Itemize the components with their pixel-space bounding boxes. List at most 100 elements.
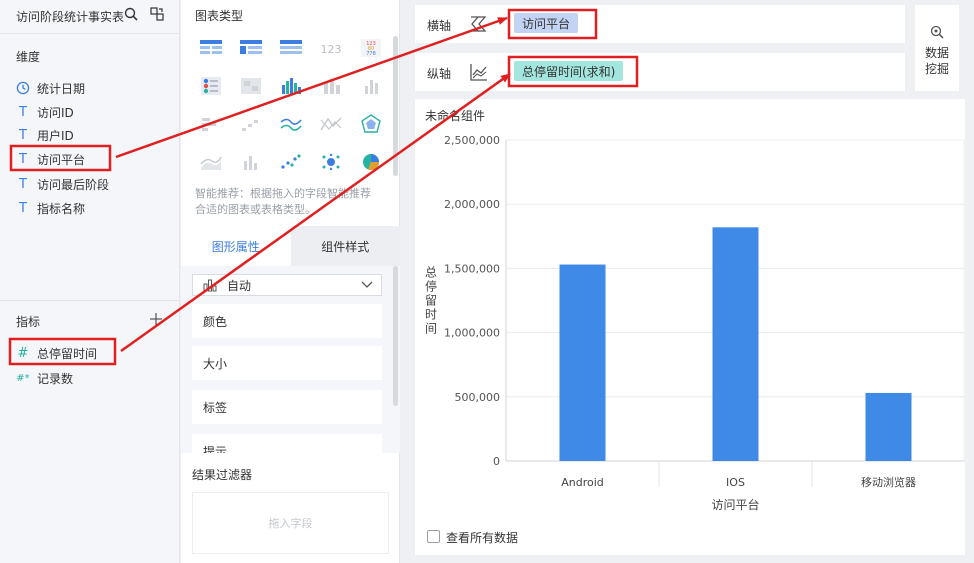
smart-recommend-tip: 智能推荐：根据拖入的字段智能推荐合适的图表或表格类型。	[195, 187, 371, 216]
y-axis-title: 总停留时间	[425, 266, 437, 336]
data-mining-label-line2: 挖掘	[924, 62, 949, 76]
line-chart-icon[interactable]	[275, 112, 307, 136]
show-all-data-label: 查看所有数据	[446, 531, 519, 545]
tab-graph-properties[interactable]: 图形属性	[181, 226, 291, 266]
data-mining-button[interactable]: 数据 挖掘	[915, 5, 959, 91]
x-axis-title: 访问平台	[711, 497, 759, 512]
bar-chart-icon[interactable]	[195, 112, 227, 136]
y-axis-field-pill[interactable]: 总停留时间(求和)	[514, 61, 624, 81]
radar-line-icon[interactable]	[315, 112, 347, 136]
x-tick-label: IOS	[726, 476, 745, 489]
text-type-icon: T	[19, 151, 27, 167]
property-tabs: 图形属性 组件样式	[181, 226, 400, 266]
result-filter-dropzone[interactable]: 拖入字段	[192, 492, 389, 554]
chart-type-title: 图表类型	[195, 9, 244, 23]
pie-chart-icon[interactable]	[355, 150, 387, 174]
color-property-label: 颜色	[203, 314, 228, 329]
area-chart-icon[interactable]	[195, 150, 227, 174]
field-label: 访问平台	[37, 152, 86, 167]
size-property[interactable]: 大小	[192, 346, 382, 380]
dimension-field-last-stage[interactable]: T 访问最后阶段	[16, 174, 109, 194]
cross-table-icon[interactable]	[235, 36, 267, 60]
x-tick-label: Android	[561, 476, 604, 489]
bubble-chart-icon[interactable]	[315, 150, 347, 174]
tooltip-property-label: 提示	[203, 444, 228, 454]
measure-field-total-stay[interactable]: # 总停留时间	[16, 343, 97, 363]
data-mining-label-line1: 数据	[924, 46, 949, 60]
data-mining-label: 数据 挖掘	[915, 45, 959, 77]
dimension-field-stat-date[interactable]: 统计日期	[16, 78, 85, 98]
multi-column-icon[interactable]	[235, 150, 267, 174]
label-property[interactable]: 标签	[192, 390, 382, 424]
dimension-field-metric-name[interactable]: T 指标名称	[16, 198, 85, 218]
heatmap-icon[interactable]	[235, 74, 267, 98]
dataset-panel: 访问阶段统计事实表 维度 统计日期 T 访问ID T 用户ID T 访问平台 T…	[0, 0, 180, 563]
text-type-icon: T	[19, 104, 27, 120]
kpi-number-icon[interactable]: 123	[315, 36, 347, 60]
result-filter-title: 结果过滤器	[192, 468, 253, 482]
grouped-bar-icon[interactable]	[275, 74, 307, 98]
bar-type-icon	[203, 279, 217, 292]
bar	[559, 264, 606, 461]
measure-field-record-count[interactable]: #* 记录数	[16, 368, 73, 388]
svg-text:123: 123	[321, 43, 342, 56]
text-type-icon: T	[19, 176, 27, 192]
size-property-label: 大小	[203, 356, 228, 371]
field-label: 统计日期	[37, 81, 86, 96]
field-label: 记录数	[37, 371, 74, 386]
stacked-bar-icon[interactable]	[315, 74, 347, 98]
scatter-chart-icon[interactable]	[275, 150, 307, 174]
dimension-field-user-id[interactable]: T 用户ID	[16, 125, 74, 145]
show-all-data-checkbox[interactable]	[427, 530, 440, 543]
y-tick-label: 1,000,000	[444, 327, 500, 340]
dimension-field-visit-id[interactable]: T 访问ID	[16, 102, 74, 122]
tooltip-property[interactable]: 提示	[192, 434, 382, 453]
column-chart-icon[interactable]	[355, 74, 387, 98]
field-label: 指标名称	[37, 201, 86, 216]
field-label: 总停留时间	[37, 346, 98, 361]
x-axis-shelf: 横轴 访问平台	[415, 5, 905, 43]
switch-dataset-icon[interactable]	[150, 7, 164, 21]
y-tick-label: 500,000	[455, 391, 501, 404]
color-property[interactable]: 颜色	[192, 304, 382, 338]
bar-chart: 0 500,000 1,000,000 1,500,000 2,000,000 2,500…	[425, 134, 965, 512]
chart-component: 未命名组件 0 500,000 1,000,000 1,500,000 2,000,00…	[415, 99, 965, 555]
x-axis-label: 横轴	[427, 19, 452, 33]
search-icon[interactable]	[124, 7, 138, 21]
field-label: 访问ID	[37, 105, 74, 120]
radar-chart-icon[interactable]	[355, 112, 387, 136]
divider	[0, 33, 180, 34]
add-icon[interactable]	[150, 313, 162, 325]
y-tick-label: 1,500,000	[444, 262, 500, 275]
svg-text:778: 778	[366, 51, 376, 57]
dataset-title: 访问阶段统计事实表	[16, 10, 125, 24]
y-axis-icon	[470, 64, 487, 81]
dimension-section-title: 维度	[16, 50, 41, 64]
x-axis-field-pill[interactable]: 访问平台	[514, 13, 579, 33]
chart-type-select-value: 自动	[227, 278, 252, 293]
dot-matrix-icon[interactable]	[195, 74, 227, 98]
field-label: 访问最后阶段	[37, 177, 110, 192]
chart-type-panel: 图表类型 123 123 80 778 智能推荐：根据拖入的字段智能推荐合适的图表或…	[181, 0, 400, 563]
chart-type-scrollbar[interactable]	[393, 36, 398, 176]
field-label: 用户ID	[37, 128, 74, 143]
chart-type-select[interactable]: 自动	[192, 274, 382, 296]
label-property-label: 标签	[203, 400, 228, 415]
x-tick-label: 移动浏览器	[861, 475, 916, 489]
text-type-icon: T	[19, 200, 27, 216]
bar	[712, 227, 759, 461]
multi-kpi-icon[interactable]: 123 80 778	[355, 36, 387, 60]
record-count-icon: #*	[16, 372, 30, 384]
dimension-field-visit-platform[interactable]: T 访问平台	[16, 149, 85, 169]
y-tick-label: 2,500,000	[444, 134, 500, 147]
tab-component-style[interactable]: 组件样式	[290, 226, 400, 266]
y-axis-shelf: 纵轴 总停留时间(求和)	[415, 53, 905, 91]
properties-scrollbar[interactable]	[393, 266, 398, 406]
graph-properties-panel: 自动 颜色 大小 标签 提示	[181, 266, 400, 453]
step-chart-icon[interactable]	[235, 112, 267, 136]
table-icon[interactable]	[195, 36, 227, 60]
x-axis-icon	[471, 16, 487, 32]
chevron-down-icon	[361, 281, 373, 288]
text-type-icon: T	[19, 127, 27, 143]
detail-table-icon[interactable]	[275, 36, 307, 60]
